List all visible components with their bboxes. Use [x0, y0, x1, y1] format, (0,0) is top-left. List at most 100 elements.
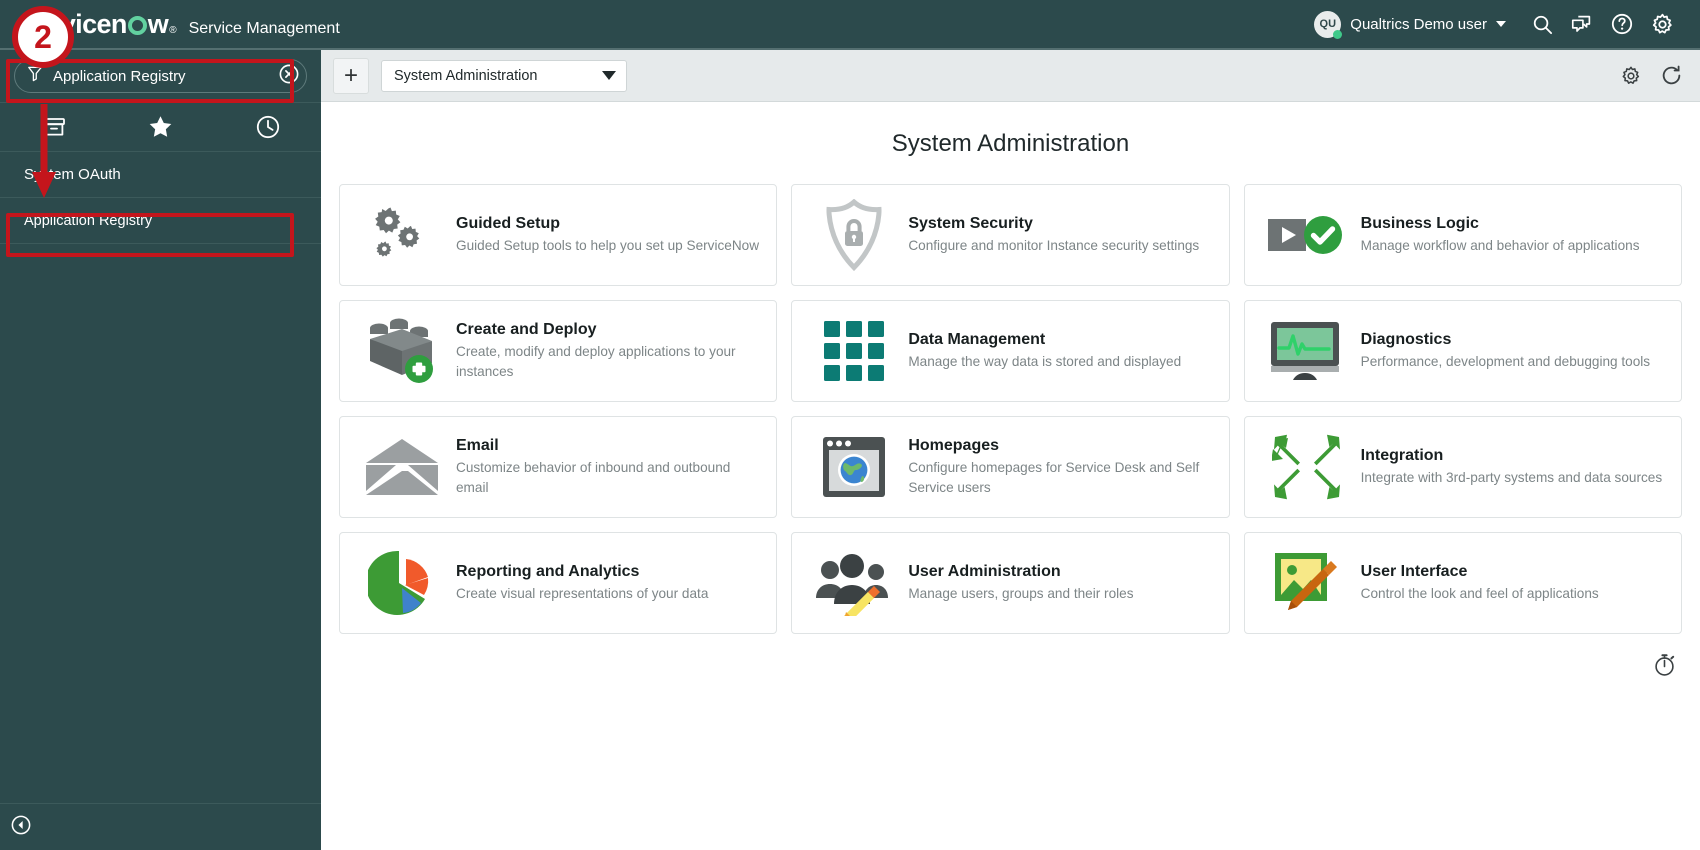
card-description: Manage the way data is stored and displa… — [908, 353, 1182, 369]
card-text: Homepages Configure homepages for Servic… — [902, 437, 1212, 497]
card-title: Business Logic — [1360, 214, 1479, 232]
servicenow-logo[interactable]: servicen w ® Service Management — [0, 8, 340, 39]
card-description: Manage workflow and behavior of applicat… — [1360, 237, 1640, 253]
user-menu[interactable]: QU Qualtrics Demo user — [1314, 10, 1506, 39]
collapse-navigator-icon[interactable] — [10, 814, 32, 841]
card-guided-setup[interactable]: Guided Setup Guided Setup tools to help … — [339, 184, 778, 286]
refresh-icon[interactable] — [1658, 63, 1684, 89]
sidebar-item-history[interactable] — [214, 103, 321, 151]
tab-system-administration[interactable]: System Administration — [381, 59, 627, 92]
card-reporting-and-analytics[interactable]: Reporting and Analytics Create visual re… — [339, 532, 778, 634]
card-create-and-deploy[interactable]: Create and Deploy Create, modify and dep… — [339, 300, 778, 402]
sidebar-item-application-registry[interactable]: Application Registry — [0, 198, 321, 244]
top-banner: servicen w ® Service Management QU Qualtr… — [0, 0, 1700, 50]
card-text: User Administration Manage users, groups… — [902, 563, 1212, 604]
servicenow-window: servicen w ® Service Management QU Qualtr… — [0, 0, 1700, 850]
body: Application Registry System OAuth Applic… — [0, 50, 1700, 850]
card-integration[interactable]: Integration Integrate with 3rd-party sys… — [1243, 416, 1682, 518]
grid-squares-icon — [806, 314, 902, 388]
tab-bar-actions — [1618, 63, 1684, 89]
card-description: Guided Setup tools to help you set up Se… — [456, 237, 760, 253]
card-title: Email — [456, 436, 499, 454]
card-description: Control the look and feel of application… — [1360, 585, 1599, 601]
card-description: Configure homepages for Service Desk and… — [908, 459, 1200, 495]
card-text: Business Logic Manage workflow and behav… — [1355, 215, 1665, 256]
picture-brush-icon — [1259, 546, 1355, 620]
sidebar-item-all-applications[interactable] — [0, 103, 107, 151]
card-user-administration[interactable]: User Administration Manage users, groups… — [791, 532, 1230, 634]
chevron-down-icon — [1496, 21, 1506, 27]
card-title: Homepages — [908, 436, 1000, 454]
homepage-content: System Administration Guided Setup Guide… — [321, 102, 1700, 850]
users-pencil-icon — [806, 546, 902, 620]
card-description: Create visual representations of your da… — [456, 585, 709, 601]
play-check-icon — [1259, 198, 1355, 272]
navigator-tabs — [0, 102, 321, 152]
sidebar-footer — [0, 804, 321, 850]
sidebar-empty-area — [0, 244, 321, 804]
card-description: Create, modify and deploy applications t… — [456, 343, 736, 379]
avatar: QU — [1314, 10, 1343, 39]
funnel-icon — [27, 65, 43, 87]
filter-input-value[interactable]: Application Registry — [53, 68, 278, 85]
card-title: Integration — [1360, 446, 1444, 464]
card-title: Reporting and Analytics — [456, 562, 640, 580]
response-time-stopwatch-icon[interactable] — [1652, 652, 1678, 683]
card-user-interface[interactable]: User Interface Control the look and feel… — [1243, 532, 1682, 634]
conversations-icon[interactable] — [1562, 4, 1602, 44]
browser-globe-icon — [806, 430, 902, 504]
card-text: Integration Integrate with 3rd-party sys… — [1355, 447, 1665, 488]
main-content: + System Administration System Administr… — [321, 50, 1700, 850]
brick-plus-icon — [354, 314, 450, 388]
card-email[interactable]: Email Customize behavior of inbound and … — [339, 416, 778, 518]
card-diagnostics[interactable]: Diagnostics Performance, development and… — [1243, 300, 1682, 402]
chevron-down-icon — [602, 71, 616, 80]
clock-icon — [256, 115, 279, 139]
card-title: Data Management — [908, 330, 1046, 348]
card-business-logic[interactable]: Business Logic Manage workflow and behav… — [1243, 184, 1682, 286]
page-title: System Administration — [891, 130, 1130, 157]
card-data-management[interactable]: Data Management Manage the way data is s… — [791, 300, 1230, 402]
card-title: Guided Setup — [456, 214, 560, 232]
card-text: Email Customize behavior of inbound and … — [450, 437, 760, 497]
user-name: Qualtrics Demo user — [1350, 15, 1487, 33]
sidebar-item-label: Application Registry — [24, 212, 153, 229]
close-icon[interactable] — [278, 63, 300, 90]
card-text: Reporting and Analytics Create visual re… — [450, 563, 760, 604]
filter-row: Application Registry — [0, 50, 321, 102]
card-description: Performance, development and debugging t… — [1360, 353, 1651, 369]
presence-dot-icon — [1333, 29, 1343, 39]
card-text: Data Management Manage the way data is s… — [902, 331, 1212, 372]
card-description: Configure and monitor Instance security … — [908, 237, 1200, 253]
settings-gear-icon[interactable] — [1642, 4, 1682, 44]
envelope-icon — [354, 430, 450, 504]
sidebar-item-system-oauth[interactable]: System OAuth — [0, 152, 321, 198]
card-description: Integrate with 3rd-party systems and dat… — [1360, 469, 1663, 485]
module-card-grid: Guided Setup Guided Setup tools to help … — [339, 184, 1682, 634]
logo-trademark: ® — [169, 24, 177, 36]
tab-label: System Administration — [394, 67, 538, 84]
card-title: User Interface — [1360, 562, 1468, 580]
card-homepages[interactable]: Homepages Configure homepages for Servic… — [791, 416, 1230, 518]
pie-chart-icon — [354, 546, 450, 620]
card-title: System Security — [908, 214, 1033, 232]
card-title: User Administration — [908, 562, 1061, 580]
gears-icon — [354, 198, 450, 272]
filter-navigator[interactable]: Application Registry — [14, 59, 307, 93]
page-settings-gear-icon[interactable] — [1618, 63, 1644, 89]
card-text: User Interface Control the look and feel… — [1355, 563, 1665, 604]
card-text: Guided Setup Guided Setup tools to help … — [450, 215, 760, 256]
logo-text: servicen w — [22, 8, 169, 39]
card-text: System Security Configure and monitor In… — [902, 215, 1212, 256]
card-title: Diagnostics — [1360, 330, 1452, 348]
sidebar-item-favorites[interactable] — [107, 103, 214, 151]
card-system-security[interactable]: System Security Configure and monitor In… — [791, 184, 1230, 286]
shield-lock-icon — [806, 198, 902, 272]
new-tab-button[interactable]: + — [333, 57, 369, 94]
card-description: Customize behavior of inbound and outbou… — [456, 459, 731, 495]
sidebar-item-label: System OAuth — [24, 166, 121, 183]
avatar-initials: QU — [1319, 18, 1337, 30]
search-icon[interactable] — [1522, 4, 1562, 44]
banner-right-controls: QU Qualtrics Demo user — [1314, 4, 1700, 44]
help-icon[interactable] — [1602, 4, 1642, 44]
